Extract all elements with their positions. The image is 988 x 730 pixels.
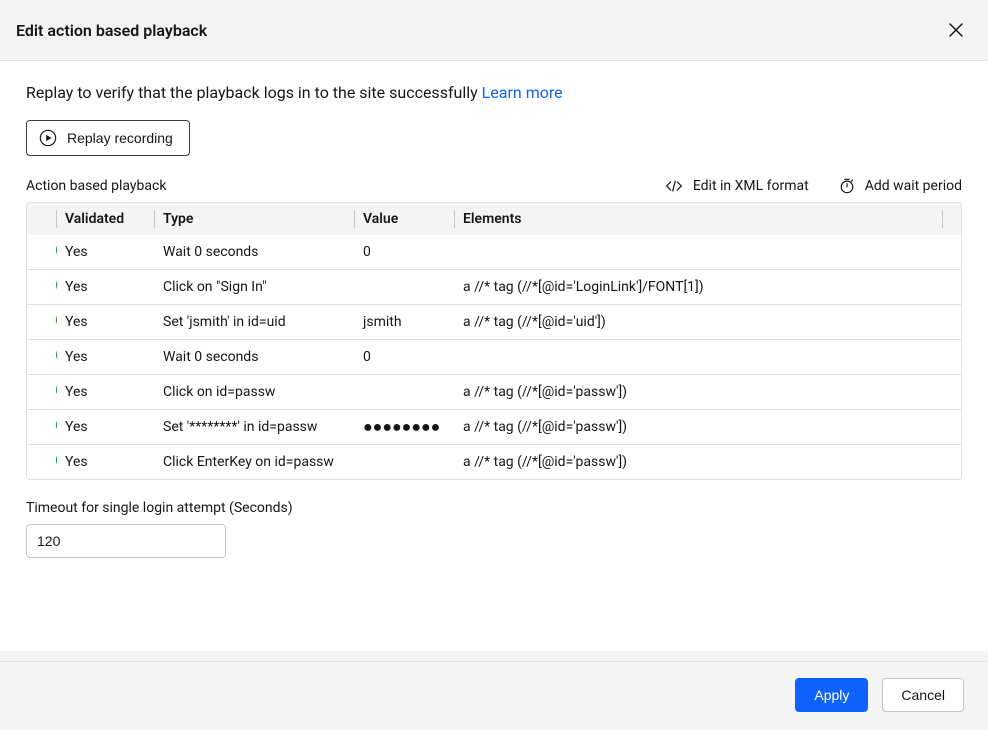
- value-cell: 0: [355, 340, 455, 375]
- validated-cell: Yes: [57, 410, 155, 445]
- table-row[interactable]: YesSet 'jsmith' in id=uidjsmitha //* tag…: [27, 305, 961, 340]
- col-header-actions: [943, 203, 961, 235]
- check-circle-icon: [55, 346, 57, 364]
- table-row[interactable]: YesClick on "Sign In" a //* tag (//*[@id=…: [27, 270, 961, 305]
- table-row[interactable]: YesClick on id=passw a //* tag (//*[@id='…: [27, 375, 961, 410]
- validated-icon-cell: [27, 375, 57, 410]
- elements-cell: a //* tag (//*[@id='passw']): [455, 375, 943, 410]
- check-circle-icon: [55, 311, 57, 329]
- cancel-button[interactable]: Cancel: [882, 678, 964, 712]
- check-circle-icon: [55, 416, 57, 434]
- validated-cell: Yes: [57, 375, 155, 410]
- validated-icon-cell: [27, 445, 57, 480]
- row-actions-cell: [943, 375, 961, 410]
- add-wait-button[interactable]: Add wait period: [839, 178, 962, 194]
- col-header-elements[interactable]: Elements: [455, 203, 943, 235]
- replay-button-label: Replay recording: [67, 130, 173, 146]
- check-circle-icon: [55, 276, 57, 294]
- toolbar-actions: Edit in XML format Add wait period: [665, 178, 962, 194]
- intro-text: Replay to verify that the playback logs …: [26, 83, 962, 102]
- type-cell: Click EnterKey on id=passw: [155, 445, 355, 480]
- add-wait-label: Add wait period: [865, 178, 962, 194]
- col-header-value[interactable]: Value: [355, 203, 455, 235]
- apply-button[interactable]: Apply: [795, 678, 868, 712]
- validated-icon-cell: [27, 340, 57, 375]
- value-cell: jsmith: [355, 305, 455, 340]
- close-button[interactable]: [940, 14, 972, 46]
- replay-recording-button[interactable]: Replay recording: [26, 120, 190, 156]
- validated-cell: Yes: [57, 305, 155, 340]
- code-icon: [665, 178, 683, 194]
- validated-cell: Yes: [57, 270, 155, 305]
- elements-cell: a //* tag (//*[@id='passw']): [455, 410, 943, 445]
- validated-icon-cell: [27, 270, 57, 305]
- timer-icon: [839, 178, 855, 194]
- table-toolbar: Action based playback Edit in XML format…: [26, 178, 962, 194]
- type-cell: Wait 0 seconds: [155, 340, 355, 375]
- check-circle-icon: [55, 381, 57, 399]
- validated-cell: Yes: [57, 235, 155, 270]
- row-actions-cell: [943, 305, 961, 340]
- edit-xml-button[interactable]: Edit in XML format: [665, 178, 809, 194]
- col-header-type[interactable]: Type: [155, 203, 355, 235]
- check-circle-icon: [55, 451, 57, 469]
- value-cell: [355, 445, 455, 480]
- close-icon: [947, 21, 965, 39]
- type-cell: Click on id=passw: [155, 375, 355, 410]
- row-actions-cell: [943, 235, 961, 270]
- col-header-validated[interactable]: Validated: [57, 203, 155, 235]
- row-actions-cell: [943, 445, 961, 480]
- value-cell: ●●●●●●●●: [355, 410, 455, 445]
- timeout-input[interactable]: [26, 524, 226, 558]
- edit-xml-label: Edit in XML format: [693, 178, 809, 194]
- row-actions-cell: [943, 270, 961, 305]
- dialog-title: Edit action based playback: [16, 21, 207, 40]
- elements-cell: a //* tag (//*[@id='LoginLink']/FONT[1]): [455, 270, 943, 305]
- value-cell: 0: [355, 235, 455, 270]
- table-row[interactable]: YesWait 0 seconds0: [27, 235, 961, 270]
- row-actions-cell: [943, 410, 961, 445]
- elements-cell: [455, 235, 943, 270]
- type-cell: Click on "Sign In": [155, 270, 355, 305]
- type-cell: Set '********' in id=passw: [155, 410, 355, 445]
- validated-cell: Yes: [57, 445, 155, 480]
- table-row[interactable]: YesSet '********' in id=passw●●●●●●●●a /…: [27, 410, 961, 445]
- value-cell: [355, 375, 455, 410]
- table-header-row: Validated Type Value Elements: [27, 203, 961, 235]
- check-circle-icon: [55, 241, 57, 259]
- validated-icon-cell: [27, 305, 57, 340]
- elements-cell: [455, 340, 943, 375]
- row-actions-cell: [943, 340, 961, 375]
- col-header-blank: [27, 203, 57, 235]
- validated-icon-cell: [27, 410, 57, 445]
- timeout-label: Timeout for single login attempt (Second…: [26, 500, 962, 516]
- playback-table: Validated Type Value Elements YesWait 0 …: [26, 202, 962, 480]
- elements-cell: a //* tag (//*[@id='uid']): [455, 305, 943, 340]
- type-cell: Wait 0 seconds: [155, 235, 355, 270]
- table-row[interactable]: YesWait 0 seconds0: [27, 340, 961, 375]
- dialog-footer: Apply Cancel: [0, 661, 988, 730]
- dialog-body: Replay to verify that the playback logs …: [0, 61, 988, 651]
- validated-cell: Yes: [57, 340, 155, 375]
- elements-cell: a //* tag (//*[@id='passw']): [455, 445, 943, 480]
- validated-icon-cell: [27, 235, 57, 270]
- intro-description: Replay to verify that the playback logs …: [26, 83, 482, 102]
- dialog-header: Edit action based playback: [0, 0, 988, 61]
- value-cell: [355, 270, 455, 305]
- play-circle-icon: [39, 129, 57, 147]
- table-row[interactable]: YesClick EnterKey on id=passw a //* tag (…: [27, 445, 961, 480]
- section-label: Action based playback: [26, 178, 166, 194]
- type-cell: Set 'jsmith' in id=uid: [155, 305, 355, 340]
- learn-more-link[interactable]: Learn more: [482, 83, 563, 102]
